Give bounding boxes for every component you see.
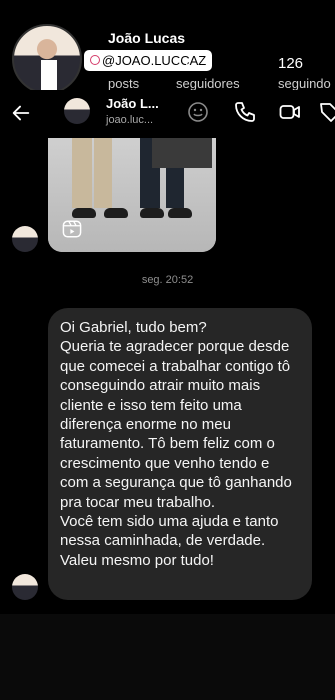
- chat-header: João L... joao.luc...: [0, 90, 335, 136]
- mention-icon: [90, 55, 100, 65]
- chat-avatar[interactable]: [64, 98, 90, 124]
- stat-posts-label: posts: [108, 76, 140, 91]
- sender-avatar[interactable]: [12, 226, 38, 252]
- profile-avatar[interactable]: [12, 24, 82, 94]
- stat-posts-value: 51: [174, 55, 191, 72]
- tag-icon[interactable]: [318, 100, 335, 124]
- stat-following-value: 126: [278, 55, 304, 72]
- photo-figure: [94, 138, 112, 208]
- photo-shoe: [140, 208, 164, 218]
- reel-icon: [62, 220, 82, 238]
- handle-badge: @JOAO.LUCCAZ: [84, 50, 213, 71]
- photo-shoe: [168, 208, 192, 218]
- chat-contact-username[interactable]: joao.luc...: [106, 114, 153, 126]
- back-arrow-icon[interactable]: [10, 102, 32, 124]
- sender-avatar[interactable]: [12, 574, 38, 600]
- text-message-bubble[interactable]: Oi Gabriel, tudo bem? Queria te agradece…: [48, 308, 312, 600]
- stat-followers-label: seguidores: [176, 76, 240, 91]
- shared-reel-message[interactable]: [48, 138, 216, 252]
- chat-contact-name[interactable]: João L...: [106, 96, 159, 111]
- photo-background-object: [152, 138, 212, 168]
- effects-icon[interactable]: [186, 100, 210, 124]
- photo-shoe: [72, 208, 96, 218]
- message-timestamp: seg. 20:52: [141, 274, 194, 286]
- profile-name: João Lucas: [108, 30, 186, 46]
- photo-shoe: [104, 208, 128, 218]
- phone-icon[interactable]: [233, 100, 257, 124]
- video-call-icon[interactable]: [278, 100, 302, 124]
- stat-following-label: seguindo: [278, 76, 331, 91]
- photo-figure: [72, 138, 92, 208]
- bottom-area: [0, 614, 335, 700]
- profile-header: João Lucas @JOAO.LUCCAZ 51 posts seguido…: [0, 0, 335, 96]
